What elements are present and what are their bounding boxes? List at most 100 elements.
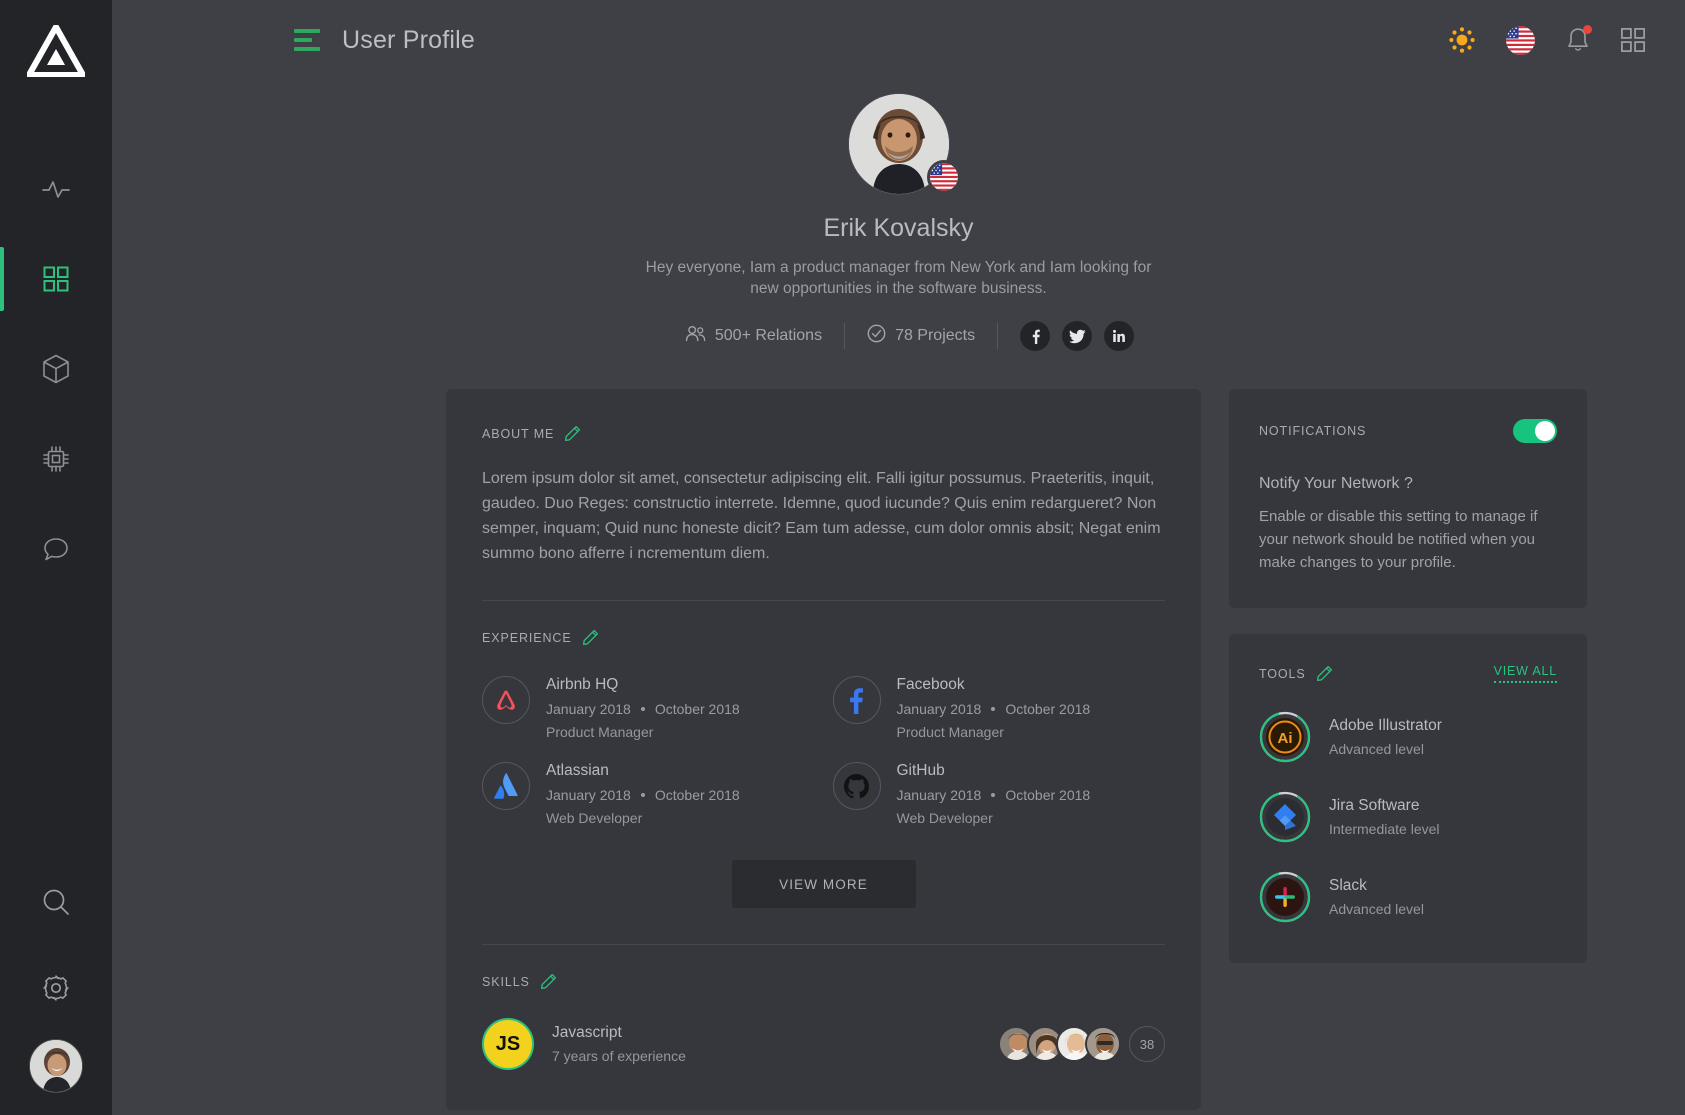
tool-progress-ring bbox=[1259, 791, 1311, 843]
experience-company: Facebook bbox=[896, 676, 965, 693]
github-icon bbox=[832, 762, 881, 810]
us-flag-icon[interactable] bbox=[1506, 25, 1535, 55]
edit-about-pencil-icon[interactable] bbox=[564, 425, 581, 442]
experience-item-meta: Facebook January 2018 October 2018 Produ… bbox=[897, 676, 1091, 740]
experience-dates: January 2018 October 2018 bbox=[897, 787, 1091, 803]
page-title: User Profile bbox=[342, 25, 475, 54]
experience-start: January 2018 bbox=[546, 701, 631, 717]
sidebar-item-devices[interactable] bbox=[0, 414, 112, 504]
svg-text:Ai: Ai bbox=[1278, 730, 1293, 747]
experience-start: January 2018 bbox=[546, 787, 631, 803]
rail-nav-list bbox=[0, 144, 112, 594]
tool-item: Jira Software Intermediate level bbox=[1259, 791, 1557, 843]
edit-tools-pencil-icon[interactable] bbox=[1316, 665, 1333, 682]
experience-end: October 2018 bbox=[1005, 701, 1091, 717]
javascript-icon: JS bbox=[482, 1018, 534, 1070]
edit-skills-pencil-icon[interactable] bbox=[540, 973, 557, 990]
adobe-illustrator-icon: Ai bbox=[1265, 717, 1305, 757]
topbar-actions bbox=[1448, 25, 1645, 55]
facebook-icon bbox=[832, 676, 881, 724]
notifications-question: Notify Your Network ? bbox=[1259, 475, 1413, 492]
rail-bottom-group bbox=[0, 859, 112, 1093]
sidebar-item-activity[interactable] bbox=[0, 144, 112, 234]
experience-item: Airbnb HQ January 2018 October 2018 Prod… bbox=[482, 676, 815, 740]
twitter-icon[interactable] bbox=[1062, 321, 1093, 351]
experience-dates: January 2018 October 2018 bbox=[546, 787, 740, 803]
experience-start: January 2018 bbox=[896, 701, 982, 717]
social-links bbox=[1020, 321, 1135, 351]
view-more-button[interactable]: VIEW MORE bbox=[731, 860, 916, 908]
tool-level: Intermediate level bbox=[1329, 821, 1440, 837]
tool-meta: Jira Software Intermediate level bbox=[1329, 797, 1440, 837]
edit-experience-pencil-icon[interactable] bbox=[582, 629, 599, 646]
profile-side-column: NOTIFICATIONS Notify Your Network ? Enab… bbox=[1229, 389, 1587, 1110]
date-separator-dot bbox=[991, 707, 996, 711]
sidebar-item-dashboard[interactable] bbox=[0, 234, 112, 324]
sidebar-item-messages[interactable] bbox=[0, 504, 112, 594]
date-separator-dot bbox=[991, 793, 996, 797]
topbar: User Profile bbox=[112, 0, 1685, 80]
triangle-logo[interactable] bbox=[27, 22, 85, 80]
experience-role: Web Developer bbox=[896, 810, 993, 826]
stat-relations: 500+ Relations bbox=[663, 325, 844, 347]
tool-progress-ring: Ai bbox=[1259, 711, 1311, 763]
notifications-toggle[interactable] bbox=[1513, 419, 1557, 443]
view-more-wrap: VIEW MORE bbox=[482, 860, 1165, 908]
profile-bio: Hey everyone, Iam a product manager from… bbox=[645, 259, 1152, 297]
experience-company: Airbnb HQ bbox=[546, 676, 619, 693]
endorser-avatar[interactable] bbox=[1085, 1026, 1121, 1062]
experience-list: Airbnb HQ January 2018 October 2018 Prod… bbox=[482, 676, 1165, 826]
jira-icon bbox=[1265, 797, 1305, 837]
experience-end: October 2018 bbox=[654, 701, 740, 717]
stat-projects: 78 Projects bbox=[845, 324, 997, 348]
tools-header: TOOLS VIEW ALL bbox=[1259, 664, 1557, 683]
gear-icon[interactable] bbox=[0, 945, 112, 1031]
airbnb-icon bbox=[482, 676, 530, 724]
linkedin-icon[interactable] bbox=[1104, 321, 1135, 351]
tool-name: Slack bbox=[1329, 877, 1367, 894]
sun-icon[interactable] bbox=[1448, 26, 1476, 54]
about-title: ABOUT ME bbox=[482, 426, 555, 441]
profile-content: ABOUT ME Lorem ipsum dolor sit amet, con… bbox=[112, 351, 1685, 1110]
experience-role: Product Manager bbox=[546, 724, 654, 740]
slack-icon bbox=[1265, 877, 1305, 917]
skill-name: Javascript bbox=[552, 1024, 622, 1041]
left-nav-rail bbox=[0, 0, 112, 1115]
tools-view-all-link[interactable]: VIEW ALL bbox=[1493, 664, 1557, 683]
experience-end: October 2018 bbox=[654, 787, 740, 803]
skills-title: SKILLS bbox=[482, 974, 530, 989]
bell-icon[interactable] bbox=[1565, 25, 1592, 54]
avatar[interactable] bbox=[29, 1039, 83, 1093]
experience-role: Product Manager bbox=[896, 724, 1004, 740]
experience-item: GitHub January 2018 October 2018 Web Dev… bbox=[832, 762, 1166, 826]
profile-name: Erik Kovalsky bbox=[823, 214, 974, 242]
skill-endorsers: 38 bbox=[998, 1026, 1165, 1062]
facebook-icon[interactable] bbox=[1020, 321, 1051, 351]
skill-item: JS Javascript 7 years of experience 38 bbox=[482, 1018, 1165, 1070]
experience-section-header: EXPERIENCE bbox=[482, 629, 1165, 646]
tools-card: TOOLS VIEW ALL Ai Adobe Illustrator Adva… bbox=[1229, 634, 1587, 963]
experience-title: EXPERIENCE bbox=[482, 630, 572, 645]
search-icon[interactable] bbox=[0, 859, 112, 945]
stat-divider-2 bbox=[997, 323, 999, 349]
profile-details-card: ABOUT ME Lorem ipsum dolor sit amet, con… bbox=[446, 389, 1201, 1110]
tool-progress-ring bbox=[1259, 871, 1311, 923]
check-circle-icon bbox=[867, 324, 886, 348]
tool-level: Advanced level bbox=[1329, 901, 1424, 917]
experience-dates: January 2018 October 2018 bbox=[546, 701, 740, 717]
main-area: User Profile Erik Kovalsky Hey everyone,… bbox=[112, 0, 1685, 1115]
sidebar-item-packages[interactable] bbox=[0, 324, 112, 414]
notification-dot bbox=[1583, 25, 1592, 34]
skill-endorsers-more-count[interactable]: 38 bbox=[1129, 1026, 1165, 1062]
divider-experience-skills bbox=[482, 944, 1165, 945]
experience-item-meta: Atlassian January 2018 October 2018 Web … bbox=[546, 762, 740, 826]
tool-name: Adobe Illustrator bbox=[1329, 717, 1442, 734]
atlassian-icon bbox=[482, 762, 530, 810]
experience-item: Atlassian January 2018 October 2018 Web … bbox=[482, 762, 815, 826]
tool-meta: Adobe Illustrator Advanced level bbox=[1329, 717, 1442, 757]
people-icon bbox=[685, 325, 706, 347]
apps-grid-icon[interactable] bbox=[1621, 28, 1645, 52]
profile-hero: Erik Kovalsky Hey everyone, Iam a produc… bbox=[112, 80, 1685, 351]
hamburger-menu-icon[interactable] bbox=[294, 29, 320, 51]
tools-title: TOOLS bbox=[1259, 666, 1306, 681]
